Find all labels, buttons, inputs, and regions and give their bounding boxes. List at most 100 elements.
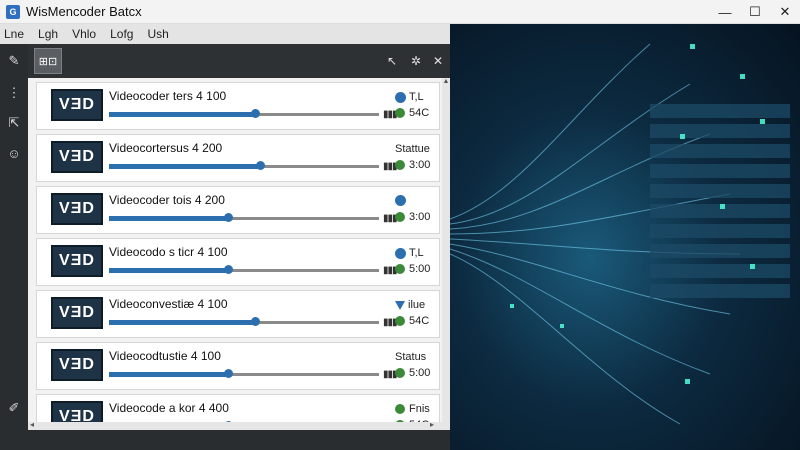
bottom-strip	[0, 430, 450, 450]
item-title: Videocodo s ticr 4 100	[109, 245, 228, 259]
status-value: 54C	[395, 315, 429, 327]
title-bar: G WisMencoder Batcx — ☐ ✕	[0, 0, 800, 24]
video-thumbnail: VƎD	[51, 193, 103, 225]
status-label: T,L	[395, 91, 424, 103]
progress-handle[interactable]	[256, 161, 266, 170]
video-thumbnail: VƎD	[51, 297, 103, 329]
user-icon[interactable]: ☺	[5, 144, 23, 162]
maximize-button[interactable]: ☐	[740, 0, 770, 24]
video-thumbnail: VƎD	[51, 141, 103, 173]
dots-icon[interactable]: ⋮	[5, 84, 23, 102]
scroll-right-arrow-icon[interactable]: ▸	[430, 420, 434, 429]
video-thumbnail: VƎD	[51, 349, 103, 381]
progress-fill	[109, 216, 228, 221]
settings-icon[interactable]: ✲	[408, 53, 424, 69]
status-text: Stattue	[395, 143, 430, 155]
window-title: WisMencoder Batcx	[26, 4, 142, 19]
progress-fill	[109, 320, 255, 325]
vertical-scrollbar[interactable]	[442, 78, 450, 430]
item-title: Videocodtustie 4 100	[109, 349, 221, 363]
status-label: Status	[395, 351, 426, 363]
progress-track[interactable]	[109, 317, 379, 326]
menu-item-view[interactable]: Vhlo	[72, 27, 96, 41]
progress-fill	[109, 164, 261, 169]
status-value-text: 3:00	[409, 159, 431, 171]
encode-queue-list: VƎD Videocoder ters 4 100 ▮▮▮ T,L 54C VƎD Vide…	[28, 78, 450, 442]
list-item[interactable]: VƎD Videoconvestiæ 4 100 ▮▮▮ ilue 54C	[36, 290, 440, 338]
progress-handle[interactable]	[223, 369, 233, 378]
status-value-text: 5:00	[409, 263, 431, 275]
close-button[interactable]: ✕	[770, 0, 800, 24]
minimize-button[interactable]: —	[710, 0, 740, 24]
status-value-text: 3:00	[409, 211, 431, 223]
status-value: 5:00	[395, 263, 430, 275]
status-dot-icon	[395, 212, 405, 222]
status-value: 5:00	[395, 367, 430, 379]
menu-item-help[interactable]: Uѕh	[147, 27, 168, 41]
item-title: Videoconvestiæ 4 100	[109, 297, 228, 311]
progress-track[interactable]	[109, 213, 379, 222]
status-dot-icon	[395, 264, 405, 274]
progress-handle[interactable]	[223, 265, 233, 274]
status-value-text: 5:00	[409, 367, 431, 379]
status-label: Fnis	[395, 403, 430, 415]
item-title: Videocortersus 4 200	[109, 141, 223, 155]
progress-track[interactable]	[109, 161, 379, 170]
scroll-left-arrow-icon[interactable]: ◂	[30, 420, 34, 429]
status-text: Fnis	[409, 403, 430, 415]
gear-icon	[395, 247, 406, 259]
list-item[interactable]: VƎD Videocoder ters 4 100 ▮▮▮ T,L 54C	[36, 82, 440, 130]
status-dot-icon	[395, 160, 405, 170]
export-icon[interactable]: ⇱	[5, 114, 23, 132]
progress-track[interactable]	[109, 109, 379, 118]
menu-bar: Lne Lgh Vhlo Lofg Uѕh	[0, 24, 450, 44]
status-dot-icon	[395, 404, 405, 414]
progress-fill	[109, 372, 228, 377]
video-thumbnail: VƎD	[51, 89, 103, 121]
progress-handle[interactable]	[250, 317, 260, 326]
progress-handle[interactable]	[250, 109, 260, 118]
status-value: 54C	[395, 107, 429, 119]
horizontal-scrollbar[interactable]	[28, 422, 442, 430]
menu-item-file[interactable]: Lne	[4, 27, 24, 41]
status-label	[395, 195, 409, 206]
list-item[interactable]: VƎD Videocodo s ticr 4 100 ▮▮▮ T,L 5:00	[36, 238, 440, 286]
status-dot-icon	[395, 108, 405, 118]
list-item[interactable]: VƎD Videocodtustie 4 100 ▮▮▮ Status 5:00	[36, 342, 440, 390]
scroll-up-arrow-icon[interactable]: ▲	[442, 78, 450, 86]
status-value-text: 54C	[409, 107, 430, 119]
status-label: Stattue	[395, 143, 430, 155]
progress-track[interactable]	[109, 369, 379, 378]
menu-item-config[interactable]: Lofg	[110, 27, 133, 41]
progress-handle[interactable]	[223, 213, 233, 222]
status-value: 3:00	[395, 159, 430, 171]
status-value-text: 54C	[409, 315, 430, 327]
list-item[interactable]: VƎD Videocortersus 4 200 ▮▮▮ Stattue 3:00	[36, 134, 440, 182]
list-item[interactable]: VƎD Videocoder tois 4 200 ▮▮▮ 3:00	[36, 186, 440, 234]
progress-track[interactable]	[109, 265, 379, 274]
app-logo-icon: G	[6, 4, 20, 19]
status-text: T,L	[409, 91, 424, 103]
data-stream-background	[450, 24, 800, 450]
panel-toolbar: ⊞⊡ ↖ ✲ ✕	[28, 44, 450, 78]
close-panel-icon[interactable]: ✕	[430, 53, 446, 69]
status-text: ilue	[408, 299, 426, 311]
progress-fill	[109, 112, 255, 117]
status-text: Status	[395, 351, 427, 363]
side-rail: ✎ ⋮ ⇱ ☺ ✐	[0, 44, 28, 430]
warning-icon	[395, 300, 405, 310]
item-title: Videocoder ters 4 100	[109, 89, 227, 103]
tab-queue[interactable]: ⊞⊡	[34, 48, 62, 74]
gear-icon	[395, 91, 406, 103]
status-label: ilue	[395, 299, 425, 311]
status-dot-icon	[395, 368, 405, 378]
status-value: 3:00	[395, 211, 430, 223]
pointer-icon[interactable]: ↖	[384, 53, 400, 69]
edit-icon[interactable]: ✎	[5, 52, 23, 70]
gear-icon	[395, 195, 406, 206]
pen-icon[interactable]: ✐	[5, 399, 23, 417]
menu-item-edit[interactable]: Lgh	[38, 27, 58, 41]
window-controls: — ☐ ✕	[710, 0, 800, 24]
batch-panel: ⊞⊡ ↖ ✲ ✕ VƎD Videocoder ters 4 100 ▮▮▮ T,L 5…	[28, 44, 450, 442]
item-title: Videocoder tois 4 200	[109, 193, 225, 207]
